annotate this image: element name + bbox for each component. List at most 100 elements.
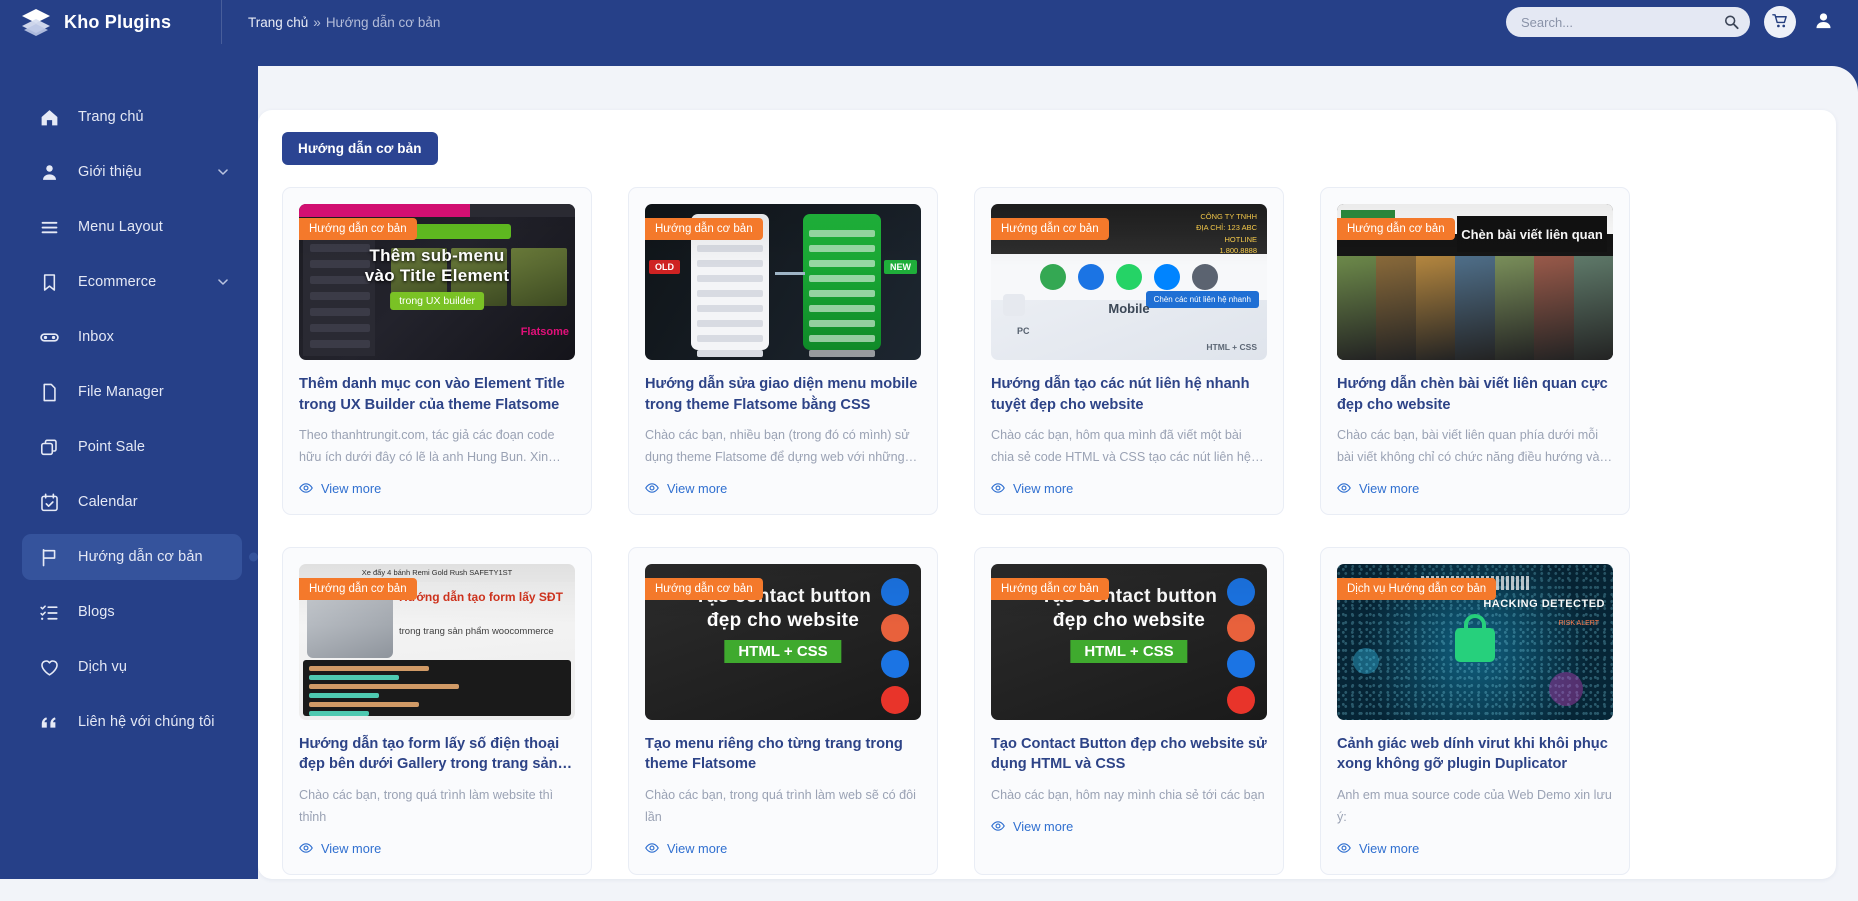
view-more-link[interactable]: View more — [645, 841, 921, 856]
sidebar-item-label: Inbox — [78, 329, 114, 345]
post-title[interactable]: Hướng dẫn tạo các nút liên hệ nhanh tuyệ… — [991, 374, 1267, 415]
post-card[interactable]: HACKING DETECTED RISK ALERT Dịch vụ Hướng … — [1320, 546, 1630, 875]
eye-icon — [645, 481, 659, 495]
sidebar-item-label: Trang chủ — [78, 109, 144, 125]
post-card[interactable]: Chèn bài viết liên quan Hướng dẫn cơ bản H… — [1320, 187, 1630, 515]
view-more-link[interactable]: View more — [991, 481, 1267, 496]
top-header-bar: Kho Plugins Trang chủ » Hướng dẫn cơ bản — [0, 0, 1858, 44]
view-more-link[interactable]: View more — [1337, 841, 1613, 856]
post-card[interactable]: CÔNG TY TNHH ĐỊA CHỈ: 123 ABC HOTLINE 1.800… — [974, 187, 1284, 515]
user-account-button[interactable] — [1810, 9, 1836, 35]
checklist-icon — [38, 601, 60, 623]
menu-icon — [38, 216, 60, 238]
search-icon[interactable] — [1724, 15, 1739, 30]
sidebar-item-label: File Manager — [78, 384, 164, 400]
view-more-label: View more — [1013, 818, 1074, 834]
user-icon — [1814, 11, 1833, 33]
cart-button[interactable] — [1764, 6, 1796, 38]
sidebar-item-label: Blogs — [78, 604, 115, 620]
post-excerpt: Chào các bạn, trong quá trình làm web sẽ… — [645, 788, 916, 824]
post-category-badge: Hướng dẫn cơ bản — [991, 577, 1109, 600]
search-input[interactable] — [1506, 7, 1750, 37]
post-body: Cảnh giác web dính virut khi khôi phục x… — [1321, 720, 1629, 874]
breadcrumb-separator: » — [313, 14, 321, 30]
view-more-label: View more — [321, 840, 382, 856]
post-thumbnail[interactable]: Chèn bài viết liên quan Hướng dẫn cơ bản — [1337, 204, 1613, 360]
view-more-link[interactable]: View more — [645, 481, 921, 496]
breadcrumb-current: Hướng dẫn cơ bản — [325, 14, 441, 30]
post-card[interactable]: Tạo contact button đẹp cho website HTML + … — [974, 546, 1284, 875]
sidebar-item-label: Liên hệ với chúng tôi — [78, 714, 215, 730]
sidebar-item-9[interactable]: Blogs — [22, 589, 242, 635]
post-category-badge: Hướng dẫn cơ bản — [299, 577, 417, 600]
eye-icon — [299, 481, 313, 495]
brand-area[interactable]: Kho Plugins — [0, 0, 222, 44]
post-excerpt: Chào các bạn, hôm nay mình chia sẻ tới c… — [991, 788, 1265, 803]
sidebar-item-label: Menu Layout — [78, 219, 163, 235]
post-title[interactable]: Hướng dẫn chèn bài viết liên quan cực đẹ… — [1337, 374, 1613, 415]
post-thumbnail[interactable]: CÔNG TY TNHH ĐỊA CHỈ: 123 ABC HOTLINE 1.800… — [991, 204, 1267, 360]
sidebar-item-8[interactable]: Hướng dẫn cơ bản — [22, 534, 242, 580]
post-title[interactable]: Tạo Contact Button đẹp cho website sử dụ… — [991, 734, 1267, 775]
view-more-link[interactable]: View more — [1337, 481, 1613, 496]
post-body: Hướng dẫn sửa giao diện menu mobile tron… — [629, 360, 937, 514]
post-category-badge: Dịch vụ Hướng dẫn cơ bản — [1337, 577, 1497, 600]
view-more-link[interactable]: View more — [299, 481, 575, 496]
calendar-icon — [38, 491, 60, 513]
eye-icon — [645, 841, 659, 855]
breadcrumb: Trang chủ » Hướng dẫn cơ bản — [248, 15, 440, 30]
sidebar-item-label: Point Sale — [78, 439, 146, 455]
category-chip-huong-dan-co-ban[interactable]: Hướng dẫn cơ bản — [282, 132, 438, 165]
post-title[interactable]: Cảnh giác web dính virut khi khôi phục x… — [1337, 734, 1613, 775]
post-card[interactable]: OLD NEW Hướng dẫn cơ bản Hướng dẫn sửa giao… — [628, 187, 938, 515]
post-body: Tạo menu riêng cho từng trang trong them… — [629, 720, 937, 874]
heart-icon — [38, 656, 60, 678]
post-thumbnail[interactable]: OLD NEW Hướng dẫn cơ bản — [645, 204, 921, 360]
breadcrumb-home-link[interactable]: Trang chủ — [248, 15, 308, 30]
view-more-link[interactable]: View more — [299, 841, 575, 856]
sidebar-navigation: Trang chủ Giới thiệu Menu Layout Ecommerce I… — [0, 44, 258, 879]
sidebar-item-5[interactable]: File Manager — [22, 369, 242, 415]
eye-icon — [991, 819, 1005, 833]
post-body: Thêm danh mục con vào Element Title tron… — [283, 360, 591, 514]
brand-title: Kho Plugins — [64, 11, 172, 32]
sidebar-item-7[interactable]: Calendar — [22, 479, 242, 525]
post-excerpt: Chào các bạn, hôm qua mình đã viết một b… — [991, 428, 1251, 465]
sidebar-item-11[interactable]: Liên hệ với chúng tôi — [22, 699, 242, 745]
post-category-badge: Hướng dẫn cơ bản — [645, 577, 763, 600]
post-thumbnail[interactable]: Xe đẩy 4 bánh Remi Gold Rush SAFETY1ST Hư… — [299, 563, 575, 720]
post-thumbnail[interactable]: Tạo contact button đẹp cho website HTML + … — [645, 563, 921, 720]
sidebar-item-label: Giới thiệu — [78, 164, 142, 180]
sidebar-item-6[interactable]: Point Sale — [22, 424, 242, 470]
search-box[interactable] — [1506, 7, 1750, 37]
post-title[interactable]: Hướng dẫn sửa giao diện menu mobile tron… — [645, 374, 921, 415]
post-excerpt: Chào các bạn, trong quá trình làm websit… — [299, 788, 554, 824]
sidebar-item-label: Dịch vụ — [78, 659, 128, 675]
content-panel: Hướng dẫn cơ bản Thêm sub-menu vào Title … — [258, 110, 1836, 879]
chevron-down-icon[interactable] — [216, 165, 230, 179]
post-title[interactable]: Thêm danh mục con vào Element Title tron… — [299, 374, 575, 415]
post-card[interactable]: Thêm sub-menu vào Title Element trong UX b… — [282, 187, 592, 515]
flag-icon — [38, 546, 60, 568]
post-title[interactable]: Hướng dẫn tạo form lấy số điện thoại đẹp… — [299, 734, 575, 775]
file-icon — [38, 381, 60, 403]
view-more-label: View more — [1359, 480, 1420, 496]
post-thumbnail[interactable]: HACKING DETECTED RISK ALERT Dịch vụ Hướng … — [1337, 563, 1613, 720]
post-thumbnail[interactable]: Tạo contact button đẹp cho website HTML + … — [991, 563, 1267, 720]
sidebar-item-2[interactable]: Menu Layout — [22, 204, 242, 250]
sidebar-item-3[interactable]: Ecommerce — [22, 259, 242, 305]
post-thumbnail[interactable]: Thêm sub-menu vào Title Element trong UX b… — [299, 204, 575, 360]
sidebar-item-1[interactable]: Giới thiệu — [22, 149, 242, 195]
eye-icon — [299, 841, 313, 855]
sidebar-item-0[interactable]: Trang chủ — [22, 94, 242, 140]
post-card[interactable]: Xe đẩy 4 bánh Remi Gold Rush SAFETY1ST Hư… — [282, 546, 592, 875]
post-title[interactable]: Tạo menu riêng cho từng trang trong them… — [645, 734, 921, 775]
post-card[interactable]: Tạo contact button đẹp cho website HTML + … — [628, 546, 938, 875]
chevron-down-icon[interactable] — [216, 275, 230, 289]
view-more-link[interactable]: View more — [991, 819, 1267, 834]
post-excerpt: Chào các bạn, bài viết liên quan phía dư… — [1337, 428, 1600, 465]
shopping-cart-icon — [1772, 13, 1788, 32]
eye-icon — [1337, 481, 1351, 495]
sidebar-item-10[interactable]: Dịch vụ — [22, 644, 242, 690]
sidebar-item-4[interactable]: Inbox — [22, 314, 242, 360]
